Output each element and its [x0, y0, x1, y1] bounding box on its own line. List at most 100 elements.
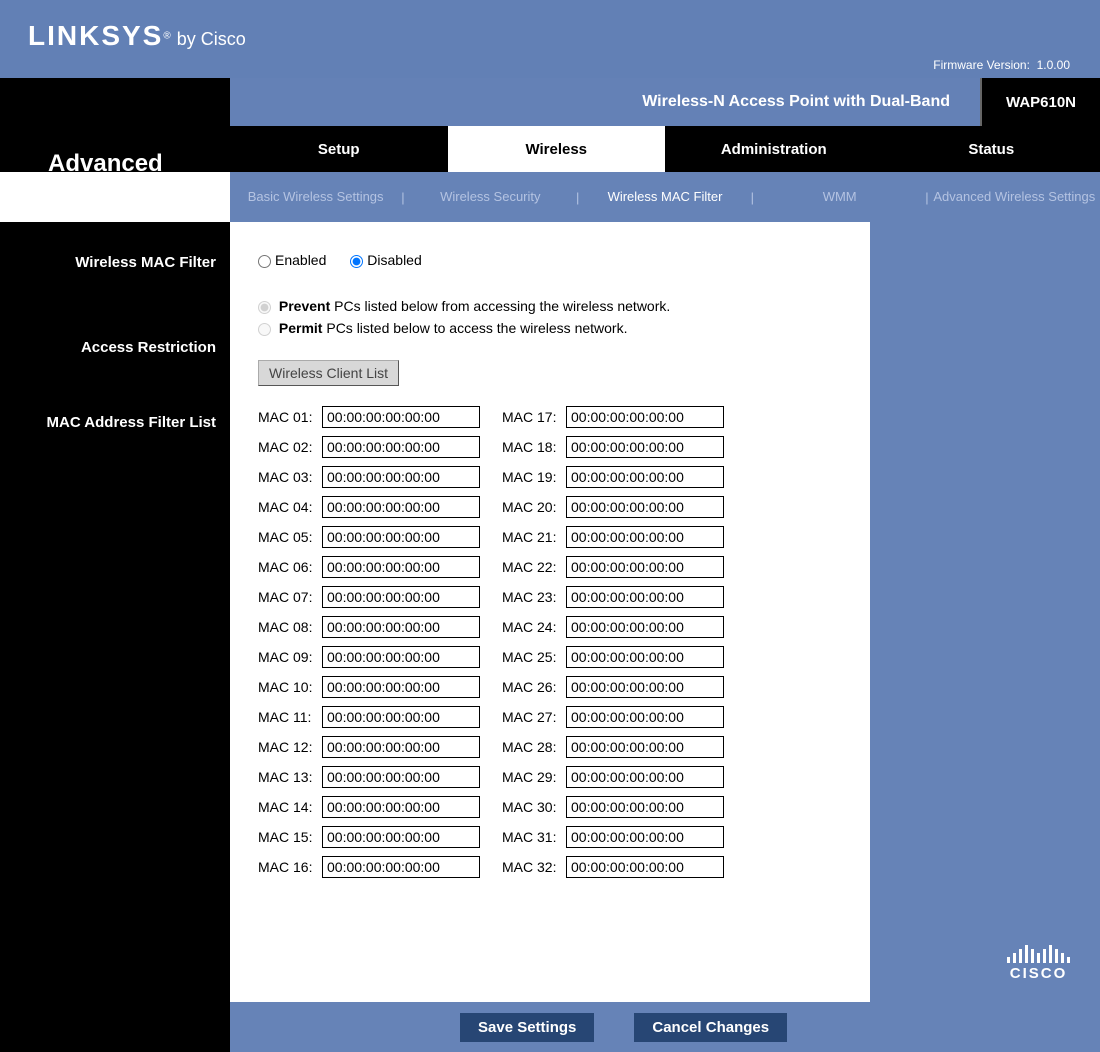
mac-input-09[interactable]: [322, 646, 480, 668]
mac-input-25[interactable]: [566, 646, 724, 668]
mac-input-24[interactable]: [566, 616, 724, 638]
mac-label: MAC 32:: [502, 859, 566, 875]
mac-input-32[interactable]: [566, 856, 724, 878]
mac-label: MAC 22:: [502, 559, 566, 575]
mac-row: MAC 09:: [258, 646, 480, 668]
radio-permit[interactable]: [258, 323, 271, 336]
mac-input-06[interactable]: [322, 556, 480, 578]
mac-row: MAC 21:: [502, 526, 724, 548]
subtab-wmm[interactable]: WMM: [754, 189, 925, 205]
mac-input-18[interactable]: [566, 436, 724, 458]
mac-label: MAC 16:: [258, 859, 322, 875]
mac-input-10[interactable]: [322, 676, 480, 698]
mac-input-22[interactable]: [566, 556, 724, 578]
radio-enabled-label[interactable]: Enabled: [258, 252, 326, 268]
section-restriction: Access Restriction: [0, 329, 230, 366]
cancel-button[interactable]: Cancel Changes: [634, 1013, 787, 1042]
wireless-client-list-button[interactable]: Wireless Client List: [258, 360, 399, 386]
subtab-mac-filter[interactable]: Wireless MAC Filter: [579, 189, 750, 205]
mac-row: MAC 02:: [258, 436, 480, 458]
cisco-logo: CISCO: [1007, 945, 1070, 982]
mac-input-02[interactable]: [322, 436, 480, 458]
mac-row: MAC 27:: [502, 706, 724, 728]
mac-input-21[interactable]: [566, 526, 724, 548]
mac-label: MAC 12:: [258, 739, 322, 755]
mac-input-27[interactable]: [566, 706, 724, 728]
mac-input-14[interactable]: [322, 796, 480, 818]
mac-input-08[interactable]: [322, 616, 480, 638]
radio-enabled[interactable]: [258, 255, 271, 268]
mac-label: MAC 01:: [258, 409, 322, 425]
permit-row[interactable]: Permit PCs listed below to access the wi…: [258, 320, 852, 336]
radio-disabled-label[interactable]: Disabled: [350, 252, 421, 268]
left-sidebar: Wireless MAC Filter Access Restriction M…: [0, 222, 230, 1002]
mac-label: MAC 09:: [258, 649, 322, 665]
mac-input-28[interactable]: [566, 736, 724, 758]
mac-row: MAC 13:: [258, 766, 480, 788]
mac-input-19[interactable]: [566, 466, 724, 488]
mac-label: MAC 15:: [258, 829, 322, 845]
mac-input-15[interactable]: [322, 826, 480, 848]
mac-input-20[interactable]: [566, 496, 724, 518]
mac-input-29[interactable]: [566, 766, 724, 788]
mac-row: MAC 17:: [502, 406, 724, 428]
main-tabs: Setup Wireless Administration Status: [230, 126, 1100, 172]
mac-input-04[interactable]: [322, 496, 480, 518]
mac-input-30[interactable]: [566, 796, 724, 818]
mac-input-07[interactable]: [322, 586, 480, 608]
mac-input-31[interactable]: [566, 826, 724, 848]
tab-status[interactable]: Status: [883, 126, 1100, 172]
tab-wireless[interactable]: Wireless: [448, 126, 666, 172]
radio-prevent[interactable]: [258, 301, 271, 314]
mac-input-01[interactable]: [322, 406, 480, 428]
mac-label: MAC 05:: [258, 529, 322, 545]
product-model: WAP610N: [980, 78, 1100, 126]
tab-setup[interactable]: Setup: [230, 126, 448, 172]
mac-row: MAC 05:: [258, 526, 480, 548]
mac-input-23[interactable]: [566, 586, 724, 608]
mac-label: MAC 07:: [258, 589, 322, 605]
mac-label: MAC 29:: [502, 769, 566, 785]
subtab-basic[interactable]: Basic Wireless Settings: [230, 189, 401, 205]
section-maclist: MAC Address Filter List: [0, 404, 230, 441]
header-bar: LINKSYS®by Cisco Firmware Version: 1.0.0…: [0, 0, 1100, 78]
tab-administration[interactable]: Administration: [665, 126, 883, 172]
mac-row: MAC 25:: [502, 646, 724, 668]
mac-input-11[interactable]: [322, 706, 480, 728]
section-filter: Wireless MAC Filter: [0, 244, 230, 281]
mac-row: MAC 04:: [258, 496, 480, 518]
mac-row: MAC 03:: [258, 466, 480, 488]
mac-label: MAC 02:: [258, 439, 322, 455]
save-button[interactable]: Save Settings: [460, 1013, 594, 1042]
mac-row: MAC 08:: [258, 616, 480, 638]
brand-name: LINKSYS: [28, 20, 163, 51]
mac-row: MAC 24:: [502, 616, 724, 638]
nav-band: Advanced Wireless-N Access Point with Du…: [0, 78, 1100, 172]
mac-row: MAC 07:: [258, 586, 480, 608]
cisco-bars-icon: [1007, 945, 1070, 963]
mac-row: MAC 12:: [258, 736, 480, 758]
mac-row: MAC 31:: [502, 826, 724, 848]
mac-row: MAC 20:: [502, 496, 724, 518]
enable-row: Enabled Disabled: [258, 252, 852, 268]
mac-input-26[interactable]: [566, 676, 724, 698]
mac-label: MAC 27:: [502, 709, 566, 725]
mac-row: MAC 06:: [258, 556, 480, 578]
mac-input-16[interactable]: [322, 856, 480, 878]
mac-input-03[interactable]: [322, 466, 480, 488]
mac-label: MAC 23:: [502, 589, 566, 605]
mac-label: MAC 17:: [502, 409, 566, 425]
subtab-advanced[interactable]: Advanced Wireless Settings: [929, 189, 1100, 205]
mac-row: MAC 23:: [502, 586, 724, 608]
radio-disabled[interactable]: [350, 255, 363, 268]
mac-row: MAC 11:: [258, 706, 480, 728]
prevent-row[interactable]: Prevent PCs listed below from accessing …: [258, 298, 852, 314]
mac-input-13[interactable]: [322, 766, 480, 788]
mac-label: MAC 26:: [502, 679, 566, 695]
mac-row: MAC 14:: [258, 796, 480, 818]
mac-row: MAC 16:: [258, 856, 480, 878]
mac-input-05[interactable]: [322, 526, 480, 548]
mac-input-12[interactable]: [322, 736, 480, 758]
mac-input-17[interactable]: [566, 406, 724, 428]
subtab-security[interactable]: Wireless Security: [405, 189, 576, 205]
